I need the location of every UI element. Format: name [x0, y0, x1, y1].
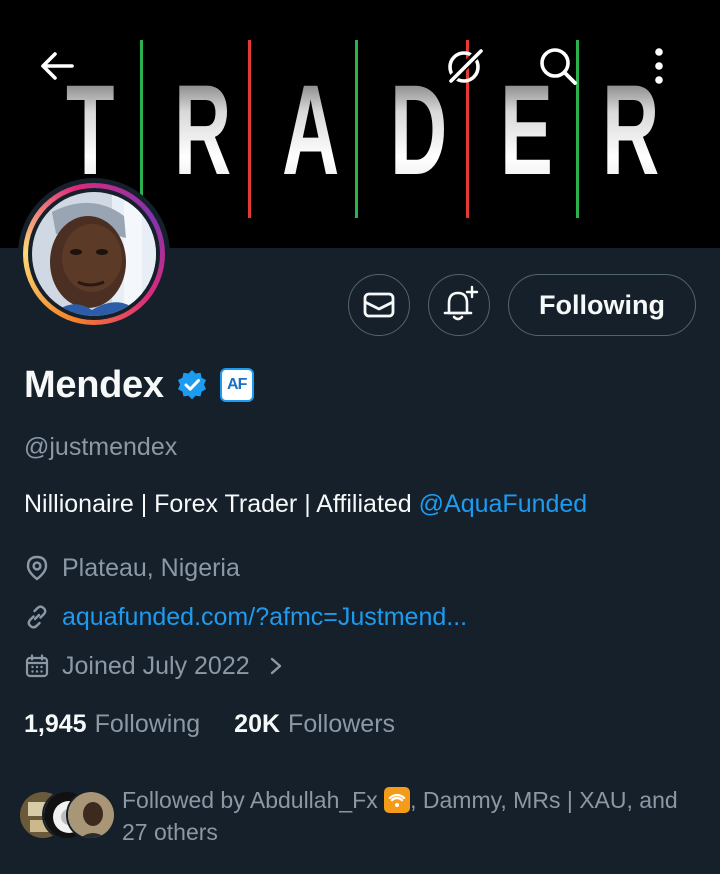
- link-icon: [27, 605, 47, 629]
- banner-letter: A: [282, 59, 340, 202]
- avatar[interactable]: [18, 178, 170, 330]
- bio-text: Nillionaire | Forex Trader | Affiliated: [24, 490, 419, 518]
- arrow-left-icon: [41, 52, 74, 80]
- followed-by-others: 27 others: [122, 819, 218, 845]
- grok-button[interactable]: [438, 40, 490, 92]
- affiliate-badge[interactable]: AF: [219, 368, 254, 402]
- following-label: Following: [94, 709, 201, 738]
- profile-bio: Nillionaire | Forex Trader | Affiliated …: [24, 490, 587, 519]
- notify-button[interactable]: [428, 274, 490, 336]
- following-button[interactable]: Following: [508, 274, 696, 336]
- back-button[interactable]: [30, 40, 82, 92]
- story-ring: [23, 183, 165, 325]
- website-link[interactable]: aquafunded.com/?afmc=Justmend...: [62, 603, 467, 632]
- following-stat[interactable]: 1,945 Following: [24, 710, 200, 739]
- search-icon: [540, 48, 577, 85]
- chevron-right-icon: [270, 657, 281, 675]
- wifi-emoji-icon: [384, 787, 411, 813]
- verified-badge-icon[interactable]: [176, 369, 208, 401]
- mail-icon: [363, 292, 395, 318]
- website-row: aquafunded.com/?afmc=Justmend...: [24, 600, 467, 634]
- location-text: Plateau, Nigeria: [62, 553, 240, 582]
- following-count: 1,945: [24, 709, 87, 738]
- followed-by-suffix: , Dammy, MRs | XAU, and: [410, 787, 678, 813]
- display-name: Mendex: [24, 363, 164, 406]
- follow-stats: 1,945 Following 20K Followers: [24, 706, 429, 742]
- banner-letter: R: [174, 59, 232, 202]
- followed-by-prefix: Followed by Abdullah_Fx: [122, 787, 385, 813]
- more-button[interactable]: [634, 40, 684, 92]
- message-button[interactable]: [348, 274, 410, 336]
- bell-plus-icon: [443, 285, 479, 321]
- location-row: Plateau, Nigeria: [24, 551, 240, 585]
- followers-count: 20K: [234, 709, 281, 738]
- followed-by-text: Followed by Abdullah_Fx , Dammy, MRs | X…: [122, 784, 702, 848]
- location-pin-icon: [26, 555, 48, 581]
- banner-wordmark: T R A D E R: [0, 66, 720, 196]
- more-vertical-icon: [655, 48, 663, 84]
- affiliate-badge-label: AF: [227, 376, 247, 393]
- search-button[interactable]: [532, 40, 584, 92]
- avatar-photo: [32, 192, 156, 316]
- followed-by[interactable]: Followed by Abdullah_Fx , Dammy, MRs | X…: [18, 782, 708, 852]
- bio-mention-link[interactable]: @AquaFunded: [419, 490, 588, 518]
- slash-circle-icon: [447, 47, 484, 84]
- joined-row[interactable]: Joined July 2022: [24, 649, 286, 683]
- joined-text: Joined July 2022: [62, 651, 250, 680]
- follower-avatar: [66, 790, 116, 840]
- followers-label: Followers: [288, 709, 396, 738]
- calendar-icon: [25, 654, 49, 678]
- username-handle: @justmendex: [24, 433, 178, 461]
- followers-stat[interactable]: 20K Followers: [234, 710, 395, 739]
- followed-by-avatars: [18, 790, 118, 840]
- display-name-row: Mendex AF: [24, 360, 254, 410]
